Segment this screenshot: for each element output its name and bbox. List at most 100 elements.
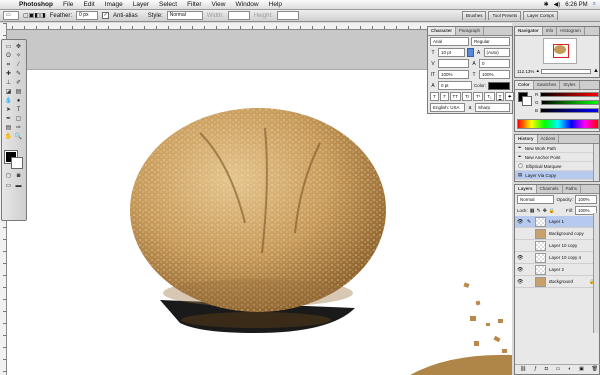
zoom-tool-icon[interactable]: 🔍 xyxy=(14,133,23,141)
history-scrollbar[interactable] xyxy=(593,144,599,181)
slice-tool-icon[interactable]: ⁄ xyxy=(14,61,23,69)
faux-italic-button[interactable]: T xyxy=(439,92,449,101)
antialias-checkbox[interactable]: ✓ xyxy=(102,12,110,19)
channel-r-slider[interactable] xyxy=(540,92,599,97)
clock[interactable]: 6:26 PM xyxy=(565,2,587,8)
layers-scrollbar[interactable] xyxy=(593,213,599,333)
color-ramp[interactable] xyxy=(517,119,599,129)
tab-layers[interactable]: Layers xyxy=(515,185,537,193)
history-item-current[interactable]: ▤ Layer Via Copy xyxy=(515,171,599,180)
standard-mode-icon[interactable]: ◻ xyxy=(4,172,13,180)
tab-styles[interactable]: Styles xyxy=(560,81,580,89)
layer-row[interactable]: 👁 Background 🔒 xyxy=(515,276,599,288)
lock-all-icon[interactable]: 🔒 xyxy=(549,208,555,214)
move-tool-icon[interactable]: ✥ xyxy=(14,43,23,51)
layer-style-icon[interactable]: ƒ xyxy=(534,366,537,372)
layer-row[interactable]: 👁 ✎ Layer 1 xyxy=(515,216,599,228)
history-brush-icon[interactable]: ✐ xyxy=(14,79,23,87)
tab-info[interactable]: Info xyxy=(543,27,558,35)
tab-swatches[interactable]: Swatches xyxy=(534,81,561,89)
tracking-input[interactable]: 0 xyxy=(479,59,510,68)
fullscreen-mode-icon[interactable]: ▬ xyxy=(14,182,23,190)
lasso-tool-icon[interactable]: ʘ xyxy=(4,52,13,60)
eye-icon[interactable]: 👁 xyxy=(517,255,523,261)
tab-channels[interactable]: Channels xyxy=(537,185,563,193)
font-size-dropdown[interactable] xyxy=(466,48,474,57)
faux-bold-button[interactable]: T xyxy=(430,92,439,101)
font-style-select[interactable]: Regular xyxy=(471,37,510,46)
tab-histogram[interactable]: Histogram xyxy=(557,27,585,35)
clone-stamp-icon[interactable]: ⊥ xyxy=(4,79,13,87)
tab-paths[interactable]: Paths xyxy=(563,185,582,193)
menu-view[interactable]: View xyxy=(207,0,231,9)
eyedropper-tool-icon[interactable]: ✑ xyxy=(14,124,23,132)
layer-set-icon[interactable]: ▭ xyxy=(556,366,561,372)
well-tab-tool-presets[interactable]: Tool Presets xyxy=(488,11,522,20)
healing-brush-icon[interactable]: ✚ xyxy=(4,70,13,78)
text-color-swatch[interactable] xyxy=(488,81,510,90)
background-color-swatch[interactable] xyxy=(11,157,23,169)
layer-row[interactable]: 👁 Layer 10 copy 4 xyxy=(515,252,599,264)
tab-character[interactable]: Character xyxy=(428,27,457,35)
navigator-thumbnail[interactable] xyxy=(543,38,577,64)
feather-input[interactable]: 0 px xyxy=(76,11,99,20)
horizontal-scale-input[interactable]: 100% xyxy=(479,70,510,79)
tab-history[interactable]: History xyxy=(515,135,538,143)
tab-paragraph[interactable]: Paragraph xyxy=(456,27,485,35)
menu-edit[interactable]: Edit xyxy=(78,0,99,9)
menu-filter[interactable]: Filter xyxy=(182,0,206,9)
link-layers-icon[interactable]: ⛓ xyxy=(520,366,526,372)
bluetooth-icon[interactable]: ✱ xyxy=(544,1,549,8)
menu-file[interactable]: File xyxy=(58,0,78,9)
layer-mask-icon[interactable]: ◘ xyxy=(545,366,548,372)
superscript-button[interactable]: T¹ xyxy=(473,92,484,101)
tab-color[interactable]: Color xyxy=(515,81,534,89)
path-selection-icon[interactable]: ➤ xyxy=(4,106,13,114)
layer-row[interactable]: 👁 Layer 2 xyxy=(515,264,599,276)
all-caps-button[interactable]: TT xyxy=(449,92,461,101)
opacity-input[interactable]: 100% xyxy=(575,195,597,204)
subscript-button[interactable]: T₁ xyxy=(484,92,495,101)
vertical-scale-input[interactable]: 100% xyxy=(438,70,469,79)
hand-tool-icon[interactable]: ✋ xyxy=(4,133,13,141)
menu-select[interactable]: Select xyxy=(154,0,182,9)
dodge-tool-icon[interactable]: ● xyxy=(14,97,23,105)
eye-icon[interactable]: 👁 xyxy=(517,267,523,273)
marquee-tool-preset-icon[interactable]: ▭ xyxy=(3,11,19,20)
layer-row[interactable]: Layer 10 copy xyxy=(515,240,599,252)
adjustment-layer-icon[interactable]: ◐ xyxy=(568,366,571,372)
color-bg-swatch[interactable] xyxy=(522,96,532,106)
notes-tool-icon[interactable]: ▤ xyxy=(4,124,13,132)
magic-wand-tool-icon[interactable]: ✧ xyxy=(14,52,23,60)
history-item[interactable]: ◯ Elliptical Marquee xyxy=(515,162,599,171)
small-caps-button[interactable]: Tr xyxy=(462,92,473,101)
channel-b-slider[interactable] xyxy=(540,108,599,113)
pen-tool-icon[interactable]: ✒ xyxy=(4,115,13,123)
menu-window[interactable]: Window xyxy=(231,0,264,9)
well-tab-brushes[interactable]: Brushes xyxy=(461,11,487,20)
tab-navigator[interactable]: Navigator xyxy=(515,27,543,35)
history-item[interactable]: ✒ New Anchor Point xyxy=(515,153,599,162)
type-tool-icon[interactable]: T xyxy=(14,106,23,114)
eye-icon[interactable]: 👁 xyxy=(517,279,523,285)
quick-mask-icon[interactable]: ◙ xyxy=(14,172,23,180)
shape-tool-icon[interactable]: ▢ xyxy=(14,115,23,123)
blur-tool-icon[interactable]: 💧 xyxy=(4,97,13,105)
tab-actions[interactable]: Actions xyxy=(538,135,560,143)
style-select[interactable]: Normal xyxy=(166,11,203,20)
gradient-tool-icon[interactable]: ▤ xyxy=(14,88,23,96)
lock-image-icon[interactable]: ✎ xyxy=(537,208,541,214)
zoom-in-icon[interactable]: ▲ xyxy=(593,68,599,74)
new-layer-icon[interactable]: ▣ xyxy=(579,366,584,372)
zoom-level[interactable]: 112.13% xyxy=(517,69,534,74)
brush-tool-icon[interactable]: ✎ xyxy=(14,70,23,78)
eraser-tool-icon[interactable]: ◪ xyxy=(4,88,13,96)
lock-transparency-icon[interactable]: ▦ xyxy=(530,208,535,214)
menu-image[interactable]: Image xyxy=(100,0,128,9)
screen-mode-icon[interactable]: ▭ xyxy=(4,182,13,190)
spotlight-icon[interactable]: ⌕ xyxy=(593,1,596,8)
eye-icon[interactable]: 👁 xyxy=(517,219,523,225)
well-tab-layer-comps[interactable]: Layer Comps xyxy=(523,11,558,20)
channel-g-slider[interactable] xyxy=(540,100,599,105)
menu-app[interactable]: Photoshop xyxy=(14,0,58,9)
